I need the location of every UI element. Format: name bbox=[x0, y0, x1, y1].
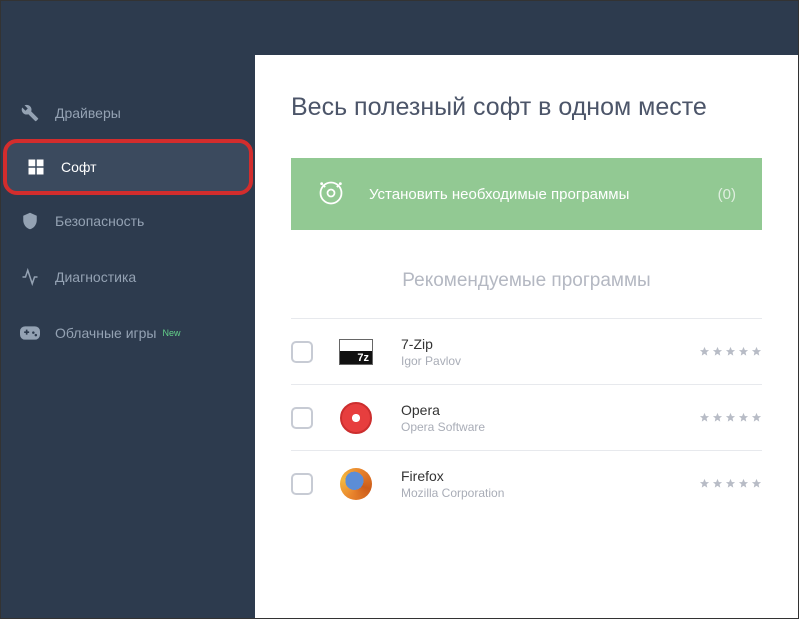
star-rating bbox=[699, 478, 762, 489]
app-name: Opera bbox=[401, 402, 699, 418]
app-row: Opera Opera Software bbox=[291, 384, 762, 450]
sidebar-item-label: Безопасность bbox=[55, 213, 144, 229]
app-checkbox[interactable] bbox=[291, 407, 313, 429]
sidebar-item-security[interactable]: Безопасность bbox=[1, 193, 255, 249]
wrench-icon bbox=[19, 102, 41, 124]
star-rating bbox=[699, 412, 762, 423]
recommended-title: Рекомендуемые программы bbox=[291, 270, 762, 292]
sidebar-item-diagnostics[interactable]: Диагностика bbox=[1, 249, 255, 305]
star-rating bbox=[699, 346, 762, 357]
new-badge: New bbox=[162, 328, 180, 338]
sidebar-item-label: Софт bbox=[61, 159, 97, 175]
app-vendor: Mozilla Corporation bbox=[401, 486, 699, 500]
app-checkbox[interactable] bbox=[291, 341, 313, 363]
shield-icon bbox=[19, 210, 41, 232]
install-button[interactable]: Установить необходимые программы (0) bbox=[291, 158, 762, 230]
main-area: Драйверы Софт Безопасность Диагностика bbox=[1, 55, 798, 618]
sidebar-item-label: Драйверы bbox=[55, 105, 121, 121]
install-label: Установить необходимые программы bbox=[369, 186, 718, 203]
grid-icon bbox=[25, 156, 47, 178]
disc-icon bbox=[317, 179, 347, 209]
app-info: Firefox Mozilla Corporation bbox=[401, 468, 699, 500]
sevenzip-icon bbox=[339, 335, 373, 369]
app-vendor: Opera Software bbox=[401, 420, 699, 434]
app-vendor: Igor Pavlov bbox=[401, 354, 699, 368]
opera-icon bbox=[339, 401, 373, 435]
sidebar-item-label: Облачные игры bbox=[55, 325, 156, 341]
app-row: 7-Zip Igor Pavlov bbox=[291, 318, 762, 384]
app-info: 7-Zip Igor Pavlov bbox=[401, 336, 699, 368]
sidebar-item-drivers[interactable]: Драйверы bbox=[1, 85, 255, 141]
app-name: 7-Zip bbox=[401, 336, 699, 352]
app-checkbox[interactable] bbox=[291, 473, 313, 495]
page-title: Весь полезный софт в одном месте bbox=[291, 93, 762, 122]
content-area: Весь полезный софт в одном месте Установ… bbox=[255, 55, 798, 618]
sidebar: Драйверы Софт Безопасность Диагностика bbox=[1, 55, 255, 618]
pulse-icon bbox=[19, 266, 41, 288]
app-window: Драйверы Софт Безопасность Диагностика bbox=[0, 0, 799, 619]
gamepad-icon bbox=[19, 322, 41, 344]
sidebar-item-soft[interactable]: Софт bbox=[3, 139, 253, 195]
install-count: (0) bbox=[718, 186, 736, 203]
app-info: Opera Opera Software bbox=[401, 402, 699, 434]
titlebar bbox=[1, 1, 798, 55]
firefox-icon bbox=[339, 467, 373, 501]
app-list: 7-Zip Igor Pavlov Opera bbox=[291, 318, 762, 516]
app-row: Firefox Mozilla Corporation bbox=[291, 450, 762, 516]
sidebar-item-label: Диагностика bbox=[55, 269, 136, 285]
app-name: Firefox bbox=[401, 468, 699, 484]
sidebar-item-cloud-games[interactable]: Облачные игры New bbox=[1, 305, 255, 361]
